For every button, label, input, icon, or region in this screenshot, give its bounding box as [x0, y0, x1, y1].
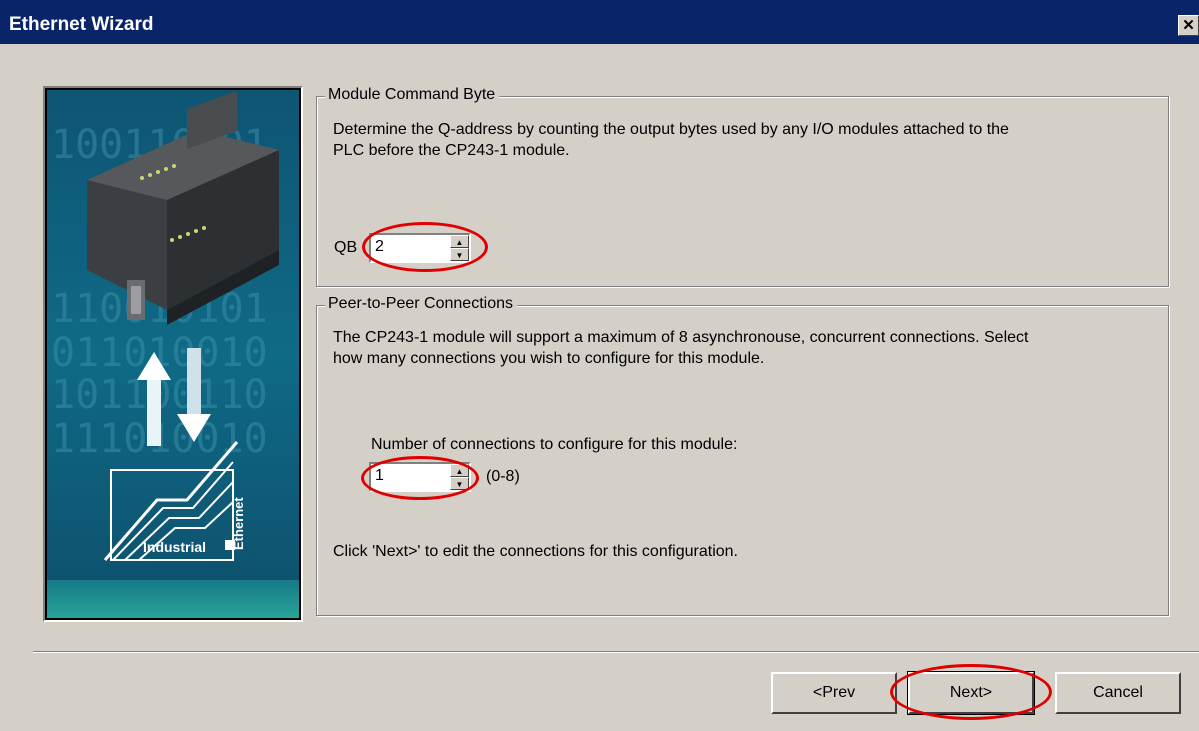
connections-spinbox[interactable]: 1 ▲ ▼ [369, 462, 471, 492]
qb-spinbox[interactable]: 2 ▲ ▼ [369, 233, 471, 263]
title-bar: Ethernet Wizard ✕ [0, 0, 1199, 44]
plc-illustration-graphic: 100110101 110010101 011010010 101100110 … [47, 90, 299, 618]
connections-spin-down-icon[interactable]: ▼ [450, 477, 469, 490]
connections-label: Number of connections to configure for t… [371, 436, 738, 453]
module-command-byte-title: Module Command Byte [325, 86, 500, 104]
peer-to-peer-title: Peer-to-Peer Connections [325, 295, 517, 313]
prev-button[interactable]: <Prev [771, 672, 897, 714]
cancel-button[interactable]: Cancel [1055, 672, 1181, 714]
industrial-label: Industrial [143, 539, 206, 555]
module-command-byte-description-line1: Determine the Q-address by counting the … [333, 121, 1009, 138]
qb-value[interactable]: 2 [375, 238, 384, 256]
next-instruction-text: Click 'Next>' to edit the connections fo… [333, 543, 738, 560]
qb-spin-up-icon[interactable]: ▲ [450, 235, 469, 248]
module-command-byte-description-line2: PLC before the CP243-1 module. [333, 142, 570, 159]
peer-to-peer-description-line1: The CP243-1 module will support a maximu… [333, 329, 1029, 346]
peer-to-peer-description-line2: how many connections you wish to configu… [333, 350, 765, 367]
qb-spin-down-icon[interactable]: ▼ [450, 248, 469, 261]
industrial-ethernet-illustration: 100110101 110010101 011010010 101100110 … [43, 86, 303, 622]
qb-label: QB [334, 239, 358, 256]
next-button[interactable]: Next> [907, 671, 1035, 715]
connections-value[interactable]: 1 [375, 467, 384, 485]
close-icon[interactable]: ✕ [1178, 15, 1199, 36]
connections-spin-up-icon[interactable]: ▲ [450, 464, 469, 477]
window-title: Ethernet Wizard [9, 14, 154, 35]
connections-range-hint: (0-8) [486, 468, 520, 485]
